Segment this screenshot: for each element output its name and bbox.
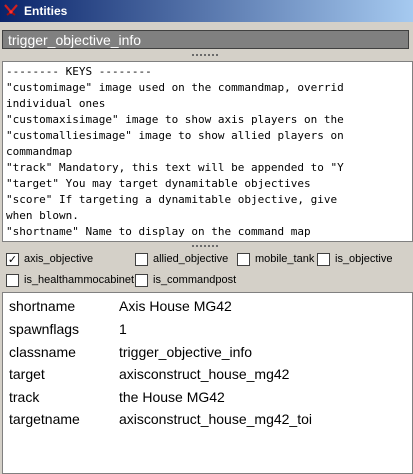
checkbox-label: axis_objective: [24, 253, 94, 265]
property-value: axisconstruct_house_mg42: [119, 366, 290, 382]
splitter-handle-top[interactable]: [192, 54, 220, 57]
property-key: classname: [9, 344, 76, 360]
checkbox-label: is_commandpost: [153, 274, 237, 286]
property-row[interactable]: classname trigger_objective_info: [3, 344, 412, 366]
property-row[interactable]: track the House MG42: [3, 389, 412, 411]
checkbox-box[interactable]: ✓: [6, 253, 19, 266]
property-key: targetname: [9, 411, 80, 427]
keys-line: -------- KEYS --------: [6, 65, 152, 78]
title-bar[interactable]: Entities: [0, 0, 413, 22]
properties-list[interactable]: shortname Axis House MG42 spawnflags 1 c…: [2, 292, 413, 474]
property-value: trigger_objective_info: [119, 344, 253, 360]
property-row[interactable]: shortname Axis House MG42: [3, 298, 412, 320]
property-value: axisconstruct_house_mg42_toi: [119, 411, 313, 427]
keys-line: "customalliesimage" image to show allied…: [6, 129, 344, 142]
property-key: track: [9, 389, 40, 405]
keys-description-panel[interactable]: -------- KEYS -------- "customimage" ima…: [2, 61, 413, 242]
property-row[interactable]: targetname axisconstruct_house_mg42_toi: [3, 411, 412, 433]
keys-line: "customimage" image used on the commandm…: [6, 81, 344, 94]
property-row[interactable]: target axisconstruct_house_mg42: [3, 366, 412, 388]
checkbox-label: is_healthammocabinet: [24, 274, 135, 286]
checkbox-box[interactable]: [6, 274, 19, 287]
checkbox-label: mobile_tank: [255, 253, 315, 265]
property-key: target: [9, 366, 45, 382]
keys-line: "target" You may target dynamitable obje…: [6, 177, 311, 190]
property-value: 1: [119, 321, 127, 337]
keys-line: "score" If targeting a dynamitable objec…: [6, 193, 338, 206]
checkbox-box[interactable]: [317, 253, 330, 266]
property-row[interactable]: spawnflags 1: [3, 321, 412, 343]
keys-line: commandmap: [6, 145, 73, 158]
window-title: Entities: [24, 4, 68, 18]
property-key: shortname: [9, 298, 76, 314]
checkbox-label: is_objective: [335, 253, 393, 265]
checkbox-box[interactable]: [135, 274, 148, 287]
checkbox-box[interactable]: [237, 253, 250, 266]
property-value: the House MG42: [119, 389, 225, 405]
keys-line: "customaxisimage" image to show axis pla…: [6, 113, 344, 126]
keys-line: "shortname" Name to display on the comma…: [6, 225, 311, 238]
checkbox-label: allied_objective: [153, 253, 229, 265]
entity-classname-field[interactable]: trigger_objective_info: [2, 30, 409, 49]
checkbox-box[interactable]: [135, 253, 148, 266]
swords-icon: [3, 3, 19, 19]
keys-line: "track" Mandatory, this text will be app…: [6, 161, 344, 174]
splitter-handle-middle[interactable]: [192, 245, 220, 248]
property-key: spawnflags: [9, 321, 80, 337]
keys-line: when blown.: [6, 209, 79, 222]
keys-line: individual ones: [6, 97, 106, 110]
property-value: Axis House MG42: [119, 298, 232, 314]
